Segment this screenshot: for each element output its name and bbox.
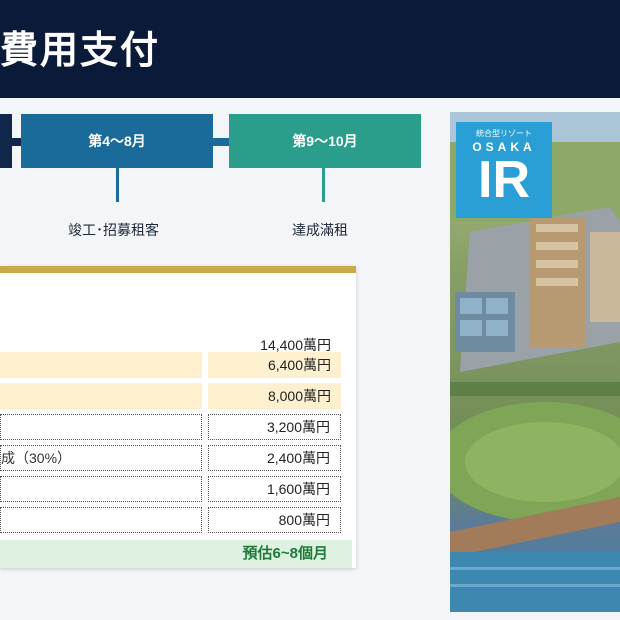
timeline-stem <box>322 168 325 202</box>
cost-value: 800萬円 <box>208 507 341 533</box>
cost-label-cell <box>0 476 202 502</box>
cost-value: 2,400萬円 <box>208 445 341 471</box>
cost-label-cell <box>0 414 202 440</box>
logo-ir: IR <box>478 151 530 209</box>
cost-row: 8,000萬円 <box>0 383 356 411</box>
cost-value: 1,600萬円 <box>208 476 341 502</box>
page-title: 費用支付 <box>0 27 161 72</box>
cost-row: 6,400萬円 <box>0 352 356 380</box>
cost-value: 6,400萬円 <box>208 352 341 378</box>
cost-label-cell <box>0 383 202 409</box>
timeline-connector <box>213 138 229 146</box>
timeline-phase-9-10: 第9～10月 <box>229 114 421 168</box>
cost-row: 800萬円 <box>0 507 356 535</box>
cost-value: 3,200萬円 <box>208 414 341 440</box>
timeline-stem <box>116 168 119 202</box>
timeline-connector <box>12 138 21 146</box>
cost-label: 成（30%） <box>1 450 72 466</box>
cost-label-cell <box>0 352 202 378</box>
cost-row: 3,200萬円 <box>0 414 356 442</box>
cost-footer: 預估6~8個月 <box>0 540 352 568</box>
cost-label-cell <box>0 507 202 533</box>
milestone-label: 達成滿租 <box>292 223 348 239</box>
timeline-phase-label: 第9～10月 <box>292 133 358 149</box>
duration-estimate: 預估6~8個月 <box>242 545 328 562</box>
timeline-phase-label: 第4～8月 <box>88 133 146 149</box>
card-accent-bar <box>0 266 356 273</box>
timeline-phase-previous <box>0 114 12 168</box>
logo-subtitle: 統合型リゾート <box>476 129 532 138</box>
timeline-phase-4-8: 第4～8月 <box>21 114 213 168</box>
cost-value: 8,000萬円 <box>208 383 341 409</box>
osaka-ir-logo: 統合型リゾート OSAKA IR <box>456 122 552 218</box>
milestone-label: 竣工･招募租客 <box>68 223 159 239</box>
page-header: 費用支付 <box>0 0 620 98</box>
cost-row: 1,600萬円 <box>0 476 356 504</box>
cost-row: 成（30%） 2,400萬円 <box>0 445 356 473</box>
cost-card: 14,400萬円 6,400萬円 8,000萬円 3,200萬円 成（30%） … <box>0 266 356 568</box>
cost-label-cell: 成（30%） <box>0 445 202 471</box>
